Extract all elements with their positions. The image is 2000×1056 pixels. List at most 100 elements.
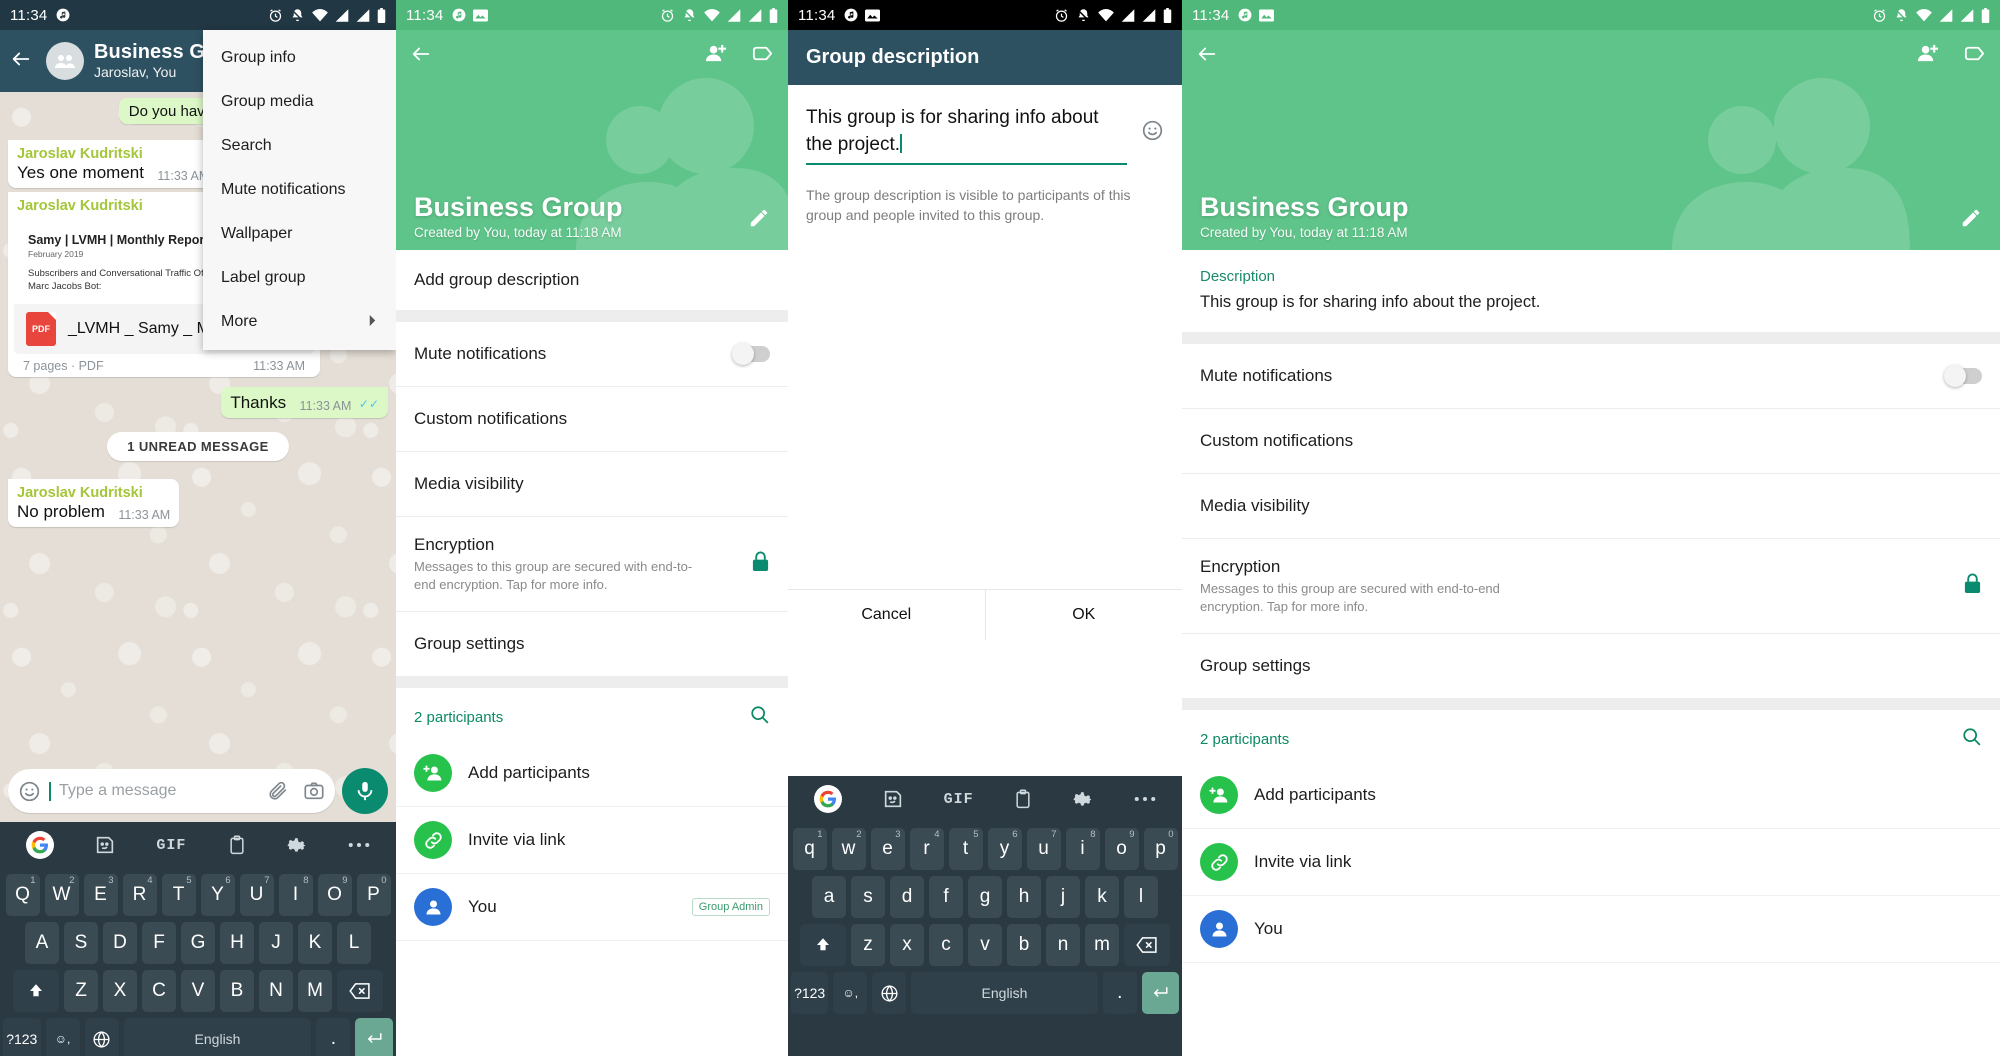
globe-icon[interactable] (84, 1018, 119, 1056)
participant-row-invite[interactable]: Invite via link (396, 807, 788, 875)
space-key[interactable]: English (911, 972, 1098, 1014)
gif-icon[interactable]: GIF (156, 837, 186, 854)
key-u[interactable]: u7 (1026, 828, 1061, 870)
key-t[interactable]: T5 (161, 874, 196, 916)
cancel-button[interactable]: Cancel (788, 590, 986, 640)
emoji-icon[interactable] (18, 780, 41, 803)
key-m[interactable]: M (298, 970, 332, 1012)
key-l[interactable]: L (337, 922, 371, 964)
key-z[interactable]: z (851, 924, 885, 966)
gear-icon[interactable] (287, 835, 308, 856)
back-arrow-icon[interactable] (410, 43, 432, 70)
participant-row-you[interactable]: You (1182, 896, 2000, 964)
key-q[interactable]: Q1 (5, 874, 40, 916)
key-a[interactable]: a (812, 876, 846, 918)
participant-row-add[interactable]: Add participants (1182, 762, 2000, 830)
emoji-icon[interactable] (1141, 119, 1164, 147)
enter-icon[interactable] (1141, 972, 1179, 1014)
key-y[interactable]: Y6 (200, 874, 235, 916)
participant-row-add[interactable]: Add participants (396, 740, 788, 808)
add-person-icon[interactable] (704, 42, 727, 70)
google-icon[interactable] (813, 785, 842, 813)
key-n[interactable]: n (1046, 924, 1080, 966)
key-n[interactable]: N (259, 970, 293, 1012)
row-mute-notifications[interactable]: Mute notifications (396, 322, 788, 387)
key-a[interactable]: A (25, 922, 59, 964)
description-input[interactable]: This group is for sharing info about the… (806, 105, 1127, 165)
row-mute-notifications[interactable]: Mute notifications (1182, 344, 2000, 409)
row-description[interactable]: Description This group is for sharing in… (1182, 250, 2000, 332)
back-arrow-icon[interactable] (10, 48, 32, 75)
backspace-icon[interactable] (1124, 924, 1170, 966)
sticker-icon[interactable] (94, 834, 116, 856)
key-g[interactable]: G (181, 922, 215, 964)
back-arrow-icon[interactable] (1196, 43, 1218, 70)
key-v[interactable]: V (181, 970, 215, 1012)
key-f[interactable]: f (929, 876, 963, 918)
key-r[interactable]: R4 (122, 874, 157, 916)
row-media-visibility[interactable]: Media visibility (1182, 474, 2000, 539)
menu-item-group-info[interactable]: Group info (203, 36, 396, 80)
key-e[interactable]: e3 (870, 828, 905, 870)
key-i[interactable]: I8 (278, 874, 313, 916)
key-z[interactable]: Z (64, 970, 98, 1012)
space-key[interactable]: English (123, 1018, 312, 1056)
overflow-icon[interactable] (1134, 796, 1156, 802)
google-icon[interactable] (26, 831, 55, 859)
key-e[interactable]: E3 (83, 874, 118, 916)
key-l[interactable]: l (1124, 876, 1158, 918)
key-w[interactable]: W2 (44, 874, 79, 916)
search-icon[interactable] (749, 704, 770, 730)
key-x[interactable]: x (890, 924, 924, 966)
mute-toggle[interactable] (1944, 365, 1982, 387)
menu-item-wallpaper[interactable]: Wallpaper (203, 212, 396, 256)
paperclip-icon[interactable] (267, 780, 289, 802)
key-k[interactable]: K (298, 922, 332, 964)
key-v[interactable]: v (968, 924, 1002, 966)
sticker-icon[interactable] (882, 788, 904, 810)
key-x[interactable]: X (103, 970, 137, 1012)
clipboard-icon[interactable] (1013, 788, 1033, 810)
tag-icon[interactable] (751, 42, 774, 70)
pencil-icon[interactable] (748, 207, 770, 234)
search-icon[interactable] (1961, 726, 1982, 752)
backspace-icon[interactable] (337, 970, 383, 1012)
key-b[interactable]: B (220, 970, 254, 1012)
row-add-group-description[interactable]: Add group description (396, 250, 788, 310)
globe-icon[interactable] (872, 972, 907, 1014)
enter-icon[interactable] (355, 1018, 394, 1056)
row-group-settings[interactable]: Group settings (1182, 634, 2000, 698)
key-k[interactable]: k (1085, 876, 1119, 918)
mute-toggle[interactable] (732, 343, 770, 365)
key-j[interactable]: j (1046, 876, 1080, 918)
period-key[interactable]: . (316, 1018, 351, 1056)
key-y[interactable]: y6 (987, 828, 1022, 870)
gear-icon[interactable] (1073, 789, 1094, 810)
ok-button[interactable]: OK (986, 590, 1183, 640)
period-key[interactable]: . (1102, 972, 1137, 1014)
key-o[interactable]: o9 (1104, 828, 1139, 870)
key-g[interactable]: g (968, 876, 1002, 918)
pencil-icon[interactable] (1960, 207, 1982, 234)
key-q[interactable]: q1 (792, 828, 827, 870)
overflow-icon[interactable] (348, 842, 370, 848)
shift-icon[interactable] (13, 970, 59, 1012)
symbols-key[interactable]: ?123 (791, 972, 829, 1014)
key-s[interactable]: S (64, 922, 98, 964)
row-group-settings[interactable]: Group settings (396, 612, 788, 676)
row-custom-notifications[interactable]: Custom notifications (1182, 409, 2000, 474)
camera-icon[interactable] (303, 780, 325, 802)
menu-item-mute-notifications[interactable]: Mute notifications (203, 168, 396, 212)
key-h[interactable]: h (1007, 876, 1041, 918)
key-c[interactable]: c (929, 924, 963, 966)
key-t[interactable]: t5 (948, 828, 983, 870)
key-p[interactable]: P0 (356, 874, 391, 916)
key-m[interactable]: m (1085, 924, 1119, 966)
message-row[interactable]: Jaroslav Kudritski No problem 11:33 AM (0, 478, 396, 527)
key-d[interactable]: d (890, 876, 924, 918)
emoji-comma-key[interactable]: ☺, (833, 972, 868, 1014)
row-custom-notifications[interactable]: Custom notifications (396, 387, 788, 452)
key-h[interactable]: H (220, 922, 254, 964)
key-u[interactable]: U7 (239, 874, 274, 916)
menu-item-label-group[interactable]: Label group (203, 256, 396, 300)
